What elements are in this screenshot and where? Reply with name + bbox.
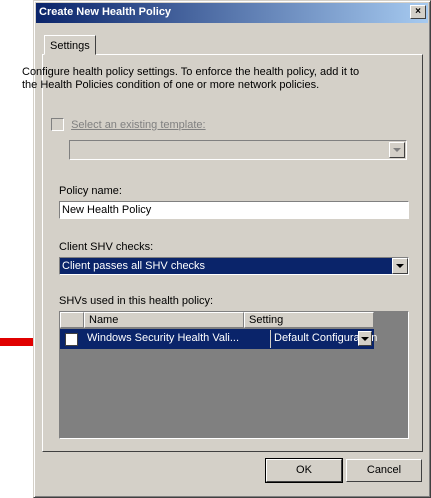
header-name[interactable]: Name [84,312,244,328]
client-shv-dropdown-button[interactable] [392,258,408,274]
description-text: Configure health policy settings. To enf… [22,66,360,91]
shv-row-setting[interactable]: Default Configuration [270,330,377,348]
shvs-label: SHVs used in this health policy: [59,295,214,307]
shv-row-checkbox[interactable] [65,333,78,346]
chevron-down-icon [361,336,369,341]
template-checkbox-row: Select an existing template: [51,118,206,131]
header-setting[interactable]: Setting [244,312,374,328]
shv-row-name: Windows Security Health Vali... [87,332,240,344]
table-row[interactable]: Windows Security Health Vali... Default … [60,329,377,349]
close-button[interactable]: × [410,5,426,19]
header-checkbox-column[interactable] [60,312,84,328]
template-checkbox-label: Select an existing template: [71,118,206,131]
cancel-button[interactable]: Cancel [346,459,422,482]
template-checkbox[interactable] [51,118,64,131]
client-shv-value: Client passes all SHV checks [62,260,206,272]
chevron-down-icon [393,148,401,152]
window-title: Create New Health Policy [39,6,172,18]
policy-name-label: Policy name: [59,185,122,197]
tab-settings[interactable]: Settings [44,35,96,55]
template-dropdown[interactable] [69,140,407,160]
policy-name-input[interactable]: New Health Policy [59,201,409,219]
title-bar: Create New Health Policy × [36,3,428,23]
header-name-label: Name [89,314,119,326]
shv-list-header: Name Setting [60,312,374,328]
chevron-down-icon [396,264,404,268]
ok-button[interactable]: OK [265,458,343,483]
client-shv-dropdown[interactable]: Client passes all SHV checks [59,257,409,275]
template-dropdown-button[interactable] [389,142,405,158]
tab-settings-label: Settings [50,40,90,52]
shv-setting-dropdown-button[interactable] [358,331,372,346]
client-shv-label: Client SHV checks: [59,241,154,253]
shv-list[interactable]: Name Setting Windows Security Health Val… [59,311,409,439]
header-setting-label: Setting [249,314,284,326]
close-icon: × [415,6,421,17]
